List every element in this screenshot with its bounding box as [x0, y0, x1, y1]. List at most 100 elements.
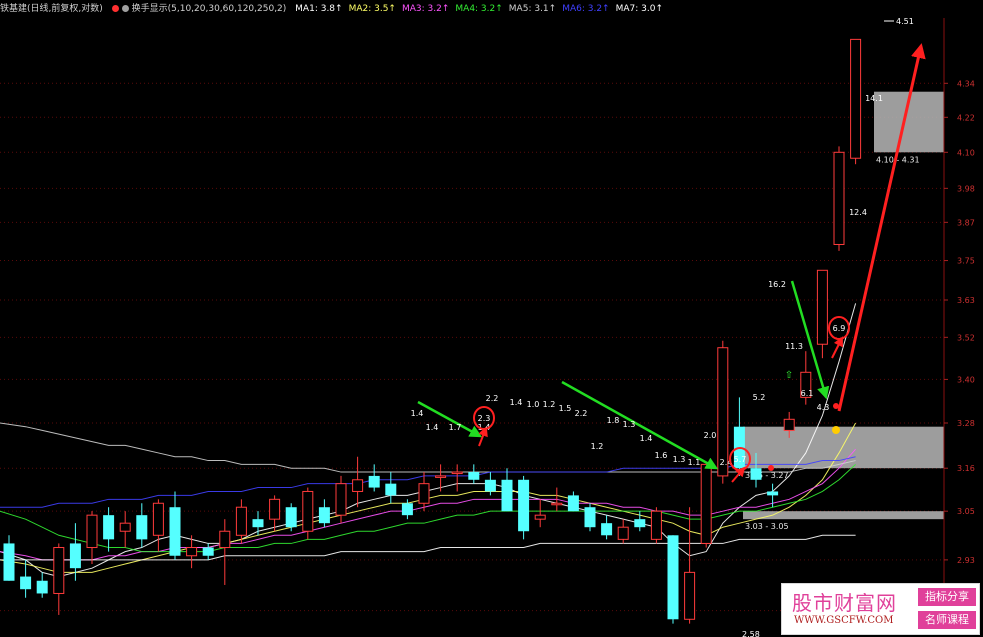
candle-body	[36, 580, 48, 594]
candle-body	[169, 507, 181, 556]
turnover-label: 1.1	[688, 458, 701, 467]
candle-body	[136, 515, 148, 540]
price-zone	[743, 426, 944, 469]
turnover-label: 4.3	[817, 403, 830, 412]
candle-body	[219, 530, 231, 549]
turnover-label: 1.3	[623, 420, 636, 429]
circled-turnover-label: 5.7	[734, 455, 747, 464]
ma-legend-item: MA7: 3.0↑	[615, 4, 664, 14]
turnover-label: 5.2	[753, 393, 766, 402]
candle-body	[601, 523, 613, 536]
y-tick-label: 4.10	[957, 148, 975, 157]
low-price-label: 2.58	[742, 630, 760, 637]
candle-body	[269, 498, 281, 520]
turnover-labels: 1.41.41.7 1.42.2 1.4 1.0 1.2 1.52.21.21.8 1.31…	[411, 17, 914, 637]
zone-range-label: 4.10 - 4.31	[876, 155, 920, 164]
candle-body	[318, 507, 330, 524]
candle-body	[750, 468, 762, 480]
candle-body	[418, 483, 430, 504]
y-tick-label: 4.22	[957, 113, 975, 122]
circled-turnover-label: 2.3	[478, 414, 491, 423]
candle-body	[518, 479, 530, 532]
turnover-label: 1.4	[640, 434, 653, 443]
candle-body	[69, 543, 81, 569]
candlestick-chart: 4.10 - 4.313.16 - 3.273.03 - 3.05 1.41.4…	[0, 17, 975, 637]
candle-body	[700, 463, 712, 544]
candle-body	[451, 471, 463, 475]
candle-body	[20, 576, 32, 590]
signal-dot	[768, 465, 774, 471]
ma-legend-item: MA5: 3.1↑	[508, 4, 557, 14]
turnover-label: 11.3	[785, 342, 803, 351]
candle-body	[186, 547, 198, 557]
watermark-tag-indicators: 指标分享	[918, 588, 976, 606]
turnover-label: 14.1	[865, 94, 883, 103]
candle-body	[501, 479, 513, 512]
y-tick-label: 3.63	[957, 296, 975, 305]
stock-title: 铁基建(日线,前复权,对数)	[0, 4, 103, 14]
candle-body	[617, 526, 629, 540]
chart-header: 铁基建(日线,前复权,对数) 换手显示(5,10,20,30,60,120,25…	[0, 0, 983, 18]
y-tick-label: 3.16	[957, 464, 975, 473]
turnover-label: 1.5	[559, 404, 572, 413]
y-tick-label: 3.52	[957, 333, 975, 342]
candle-body	[667, 535, 679, 620]
turnover-label: 1.3	[673, 455, 686, 464]
turnover-label: 6.1	[801, 389, 814, 398]
turnover-label: 2.2	[575, 409, 588, 418]
turnover-label: 1.8	[607, 416, 620, 425]
y-tick-label: 3.05	[957, 507, 975, 516]
y-tick-label: 4.34	[957, 79, 975, 88]
turnover-label: 16.2	[768, 280, 786, 289]
turnover-label: 1.2	[543, 400, 556, 409]
turnover-label: 1.7	[449, 423, 462, 432]
watermark-tag-courses: 名师课程	[918, 611, 976, 629]
candle-body	[335, 483, 347, 516]
candle-body	[202, 547, 214, 556]
watermark-logo: 股市财富网 WWW.GSCFW.COM 指标分享 名师课程	[781, 583, 980, 635]
red-dot-icon	[111, 5, 119, 12]
y-tick-label: 3.98	[957, 184, 975, 193]
turnover-label: 1.2	[591, 442, 604, 451]
price-axis: 4.34 4.22 4.10 3.98 3.87 3.75 3.63 3.52 3.40 3.28…	[943, 18, 975, 628]
candle-body	[401, 503, 413, 516]
candle-body	[783, 418, 795, 431]
candle-body	[302, 490, 314, 532]
turnover-label: 1.4	[510, 398, 523, 407]
candle-body	[468, 472, 480, 480]
turnover-label: 1.4	[411, 409, 424, 418]
candle-body	[833, 151, 845, 245]
zone-range-label: 3.03 - 3.05	[745, 522, 789, 531]
y-tick-label: 3.28	[957, 419, 975, 428]
turnover-label: 1.4	[426, 423, 439, 432]
up-arrow-icon: ⇧	[785, 370, 793, 381]
candle-body	[551, 502, 563, 506]
indicator-name: 换手显示(5,10,20,30,60,120,250,2)	[111, 4, 290, 14]
candle-body	[816, 269, 828, 345]
candle-body	[252, 519, 264, 528]
smiley-icon	[832, 426, 840, 434]
watermark-url: WWW.GSCFW.COM	[794, 615, 894, 626]
ma-line	[0, 534, 856, 561]
candle-body	[352, 479, 364, 492]
candle-body	[119, 522, 131, 532]
candle-body	[3, 543, 15, 581]
candle-body	[650, 510, 662, 540]
ma-legend-item: MA6: 3.2↑	[562, 4, 610, 14]
candle-body	[385, 483, 397, 496]
ma-legend: MA1: 3.8↑ MA2: 3.5↑ MA3: 3.2↑ MA4: 3.2↑ MA5:…	[295, 4, 669, 14]
candle-body	[567, 495, 579, 512]
high-price-label: 4.51	[896, 17, 914, 26]
y-tick-label: 3.40	[957, 375, 975, 384]
ma-line	[0, 464, 856, 553]
annotation-arrow	[561, 380, 719, 470]
y-tick-label: 2.93	[957, 556, 975, 565]
candle-body	[584, 507, 596, 528]
candle-body	[103, 515, 115, 540]
signal-dot	[833, 403, 839, 409]
candle-body	[152, 502, 164, 536]
candle-body	[767, 491, 779, 496]
y-tick-label: 3.75	[957, 257, 975, 266]
candle-body	[285, 507, 297, 528]
settings-dot-icon[interactable]	[121, 5, 129, 12]
